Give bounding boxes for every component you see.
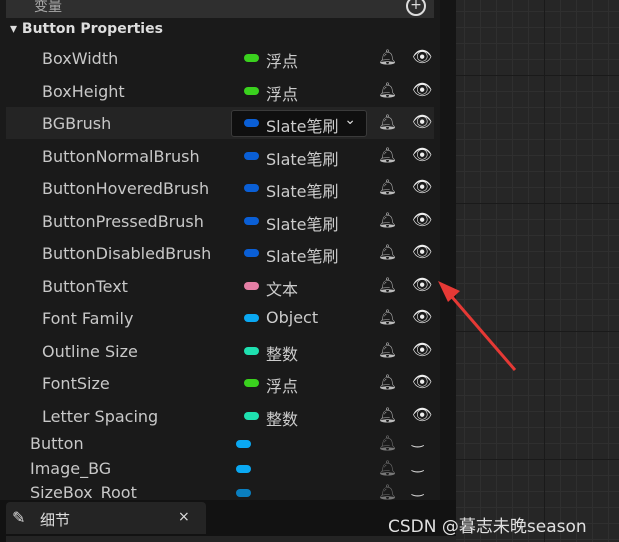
annotation-arrow [438,281,517,371]
